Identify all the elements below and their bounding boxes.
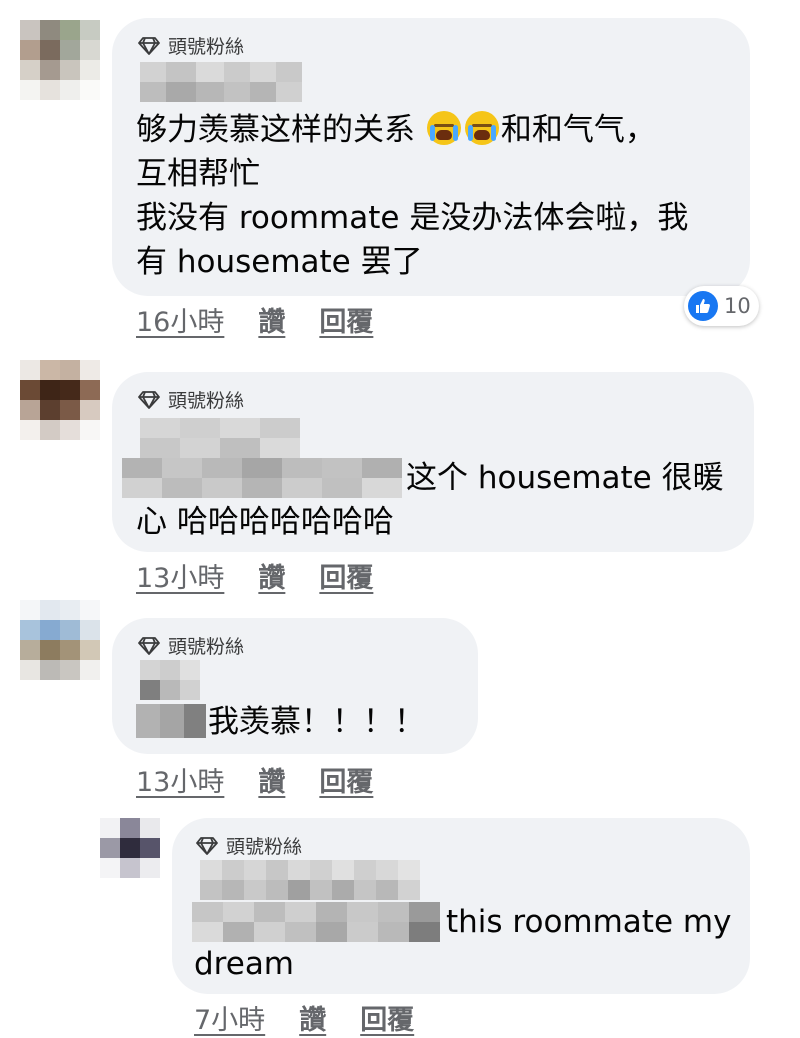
blurred-tagged-name[interactable]: [192, 902, 440, 942]
badge-label: 頭號粉絲: [168, 36, 245, 58]
comment-bubble: 頭號粉絲 this roommate my dream: [172, 818, 750, 994]
comment-text: 够力羡慕这样的关系 和和气气， 互相帮忙 我没有 roommate 是没办法体会…: [136, 111, 689, 280]
like-button[interactable]: 讚: [258, 300, 285, 339]
reply-button[interactable]: 回覆: [319, 300, 373, 339]
blurred-name[interactable]: [200, 860, 420, 900]
comment-text: this roommate my: [446, 904, 732, 940]
diamond-icon: [138, 390, 160, 409]
comment-text: 心 哈哈哈哈哈哈哈: [136, 504, 394, 540]
thumbs-up-icon: [688, 291, 718, 321]
like-reaction-count[interactable]: 10: [684, 286, 759, 326]
blurred-name[interactable]: [140, 418, 300, 458]
comment-text: dream: [194, 946, 295, 982]
like-button[interactable]: 讚: [258, 760, 285, 799]
loudly-crying-face-icon: [426, 111, 461, 145]
top-fan-badge: 頭號粉絲: [138, 632, 244, 659]
avatar[interactable]: [20, 20, 100, 100]
comment-actions: 16小時 讚 回覆: [136, 300, 373, 339]
timestamp-link[interactable]: 13小時: [136, 760, 224, 799]
blurred-tagged-name[interactable]: [122, 458, 402, 498]
reaction-count: 10: [724, 294, 751, 318]
timestamp-link[interactable]: 13小時: [136, 556, 224, 595]
reply-button[interactable]: 回覆: [319, 556, 373, 595]
comment-bubble: 頭號粉絲 够力羡慕这样的关系 和和气气， 互相帮忙 我没有 roommate 是…: [112, 18, 750, 296]
reply-button[interactable]: 回覆: [319, 760, 373, 799]
loudly-crying-face-icon: [464, 111, 499, 145]
blurred-name[interactable]: [140, 660, 200, 700]
top-fan-badge: 頭號粉絲: [138, 32, 244, 59]
timestamp-link[interactable]: 16小時: [136, 300, 224, 339]
comment-actions: 13小時 讚 回覆: [136, 556, 373, 595]
timestamp-link[interactable]: 7小時: [194, 998, 265, 1037]
badge-label: 頭號粉絲: [168, 390, 245, 412]
comment-actions: 7小時 讚 回覆: [194, 998, 414, 1037]
badge-label: 頭號粉絲: [226, 836, 303, 858]
like-button[interactable]: 讚: [299, 998, 326, 1037]
top-fan-badge: 頭號粉絲: [196, 832, 302, 859]
comment-actions: 13小時 讚 回覆: [136, 760, 373, 799]
diamond-icon: [138, 36, 160, 55]
diamond-icon: [138, 636, 160, 655]
comment-bubble: 頭號粉絲 这个 housemate 很暖 心 哈哈哈哈哈哈哈: [112, 372, 754, 552]
avatar[interactable]: [20, 600, 100, 680]
avatar[interactable]: [100, 818, 160, 878]
reply-button[interactable]: 回覆: [360, 998, 414, 1037]
comment-bubble: 頭號粉絲 我羡慕！！！！: [112, 618, 478, 754]
blurred-tagged-name[interactable]: [136, 704, 206, 738]
blurred-name[interactable]: [140, 62, 302, 102]
diamond-icon: [196, 836, 218, 855]
like-button[interactable]: 讚: [258, 556, 285, 595]
comment-text: 我羡慕！！！！: [208, 704, 425, 740]
comment-text: 这个 housemate 很暖: [406, 460, 724, 496]
badge-label: 頭號粉絲: [168, 636, 245, 658]
avatar[interactable]: [20, 360, 100, 440]
top-fan-badge: 頭號粉絲: [138, 386, 244, 413]
